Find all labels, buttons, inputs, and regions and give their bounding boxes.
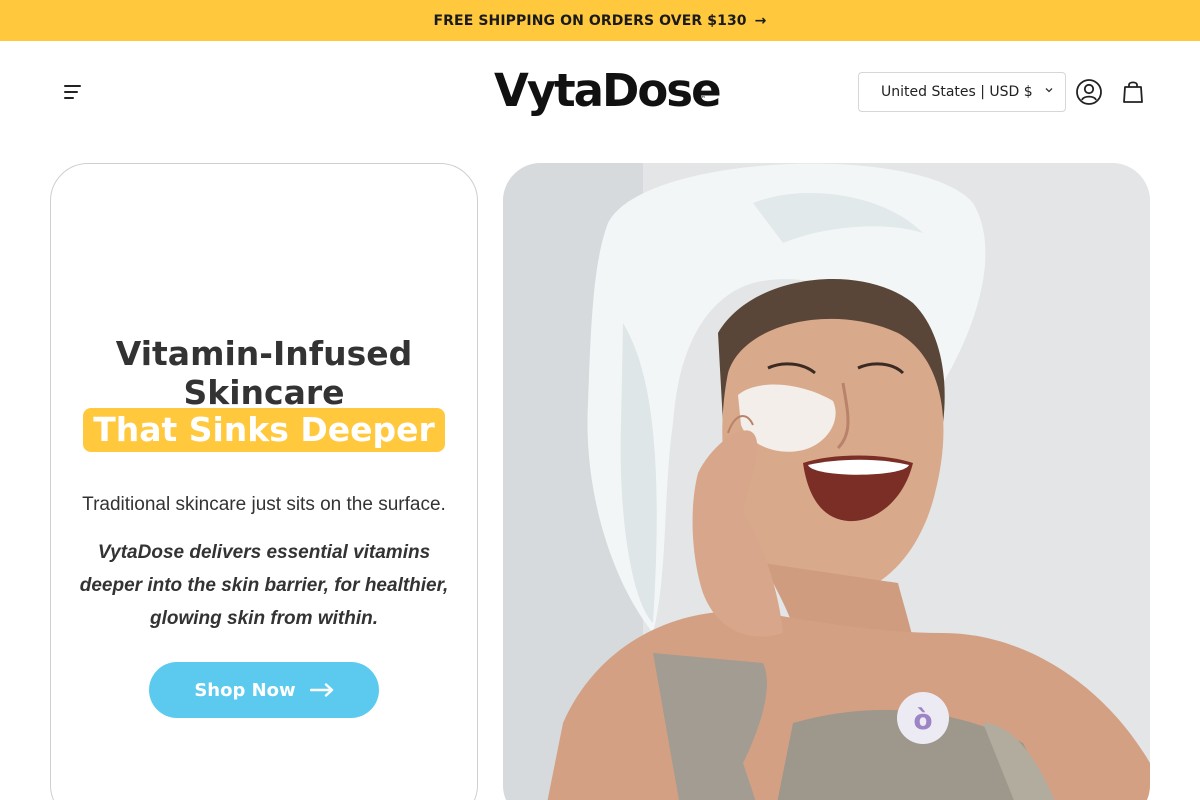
account-button[interactable] xyxy=(1074,77,1104,107)
region-currency-selector[interactable]: United States | USD $ xyxy=(858,72,1066,112)
cart-button[interactable] xyxy=(1118,77,1148,107)
logo[interactable]: VytaDose ™ xyxy=(494,63,722,119)
patch-logo: ò xyxy=(913,703,932,736)
woman-applying-cream-photo: ò xyxy=(503,163,1150,800)
hero-title-line2: Skincare xyxy=(183,373,345,412)
hero-text-card: Vitamin-Infused Skincare That Sinks Deep… xyxy=(50,163,478,800)
menu-button[interactable] xyxy=(58,79,86,105)
hero-title-line1: Vitamin-Infused xyxy=(115,334,413,373)
hero-title-highlight: That Sinks Deeper xyxy=(83,408,445,452)
arrow-right-icon xyxy=(309,683,333,697)
shopping-bag-icon xyxy=(1123,81,1143,103)
region-value: United States | USD $ xyxy=(881,84,1033,100)
hero-subtext: Traditional skincare just sits on the su… xyxy=(82,494,446,515)
chevron-down-icon xyxy=(1045,88,1053,93)
announcement-bar[interactable]: FREE SHIPPING ON ORDERS OVER $130 → xyxy=(0,0,1200,41)
menu-icon-line xyxy=(64,97,74,99)
account-icon xyxy=(1076,79,1102,105)
hero-title: Vitamin-Infused Skincare xyxy=(51,334,477,412)
logo-text: VytaDose xyxy=(494,64,722,117)
hero-image: ò xyxy=(503,163,1150,800)
hero-title-highlight-row: That Sinks Deeper xyxy=(51,408,477,452)
menu-icon-line xyxy=(64,85,81,87)
shop-now-label: Shop Now xyxy=(194,679,296,701)
trademark: ™ xyxy=(699,95,706,103)
menu-icon-line xyxy=(64,91,78,93)
announcement-text: FREE SHIPPING ON ORDERS OVER $130 xyxy=(433,12,747,29)
shop-now-button[interactable]: Shop Now xyxy=(149,662,379,718)
arrow-right-icon: → xyxy=(754,12,767,29)
hero-emphasis: VytaDose delivers essential vitamins dee… xyxy=(79,542,449,629)
site-header: VytaDose ™ United States | USD $ xyxy=(0,41,1200,143)
